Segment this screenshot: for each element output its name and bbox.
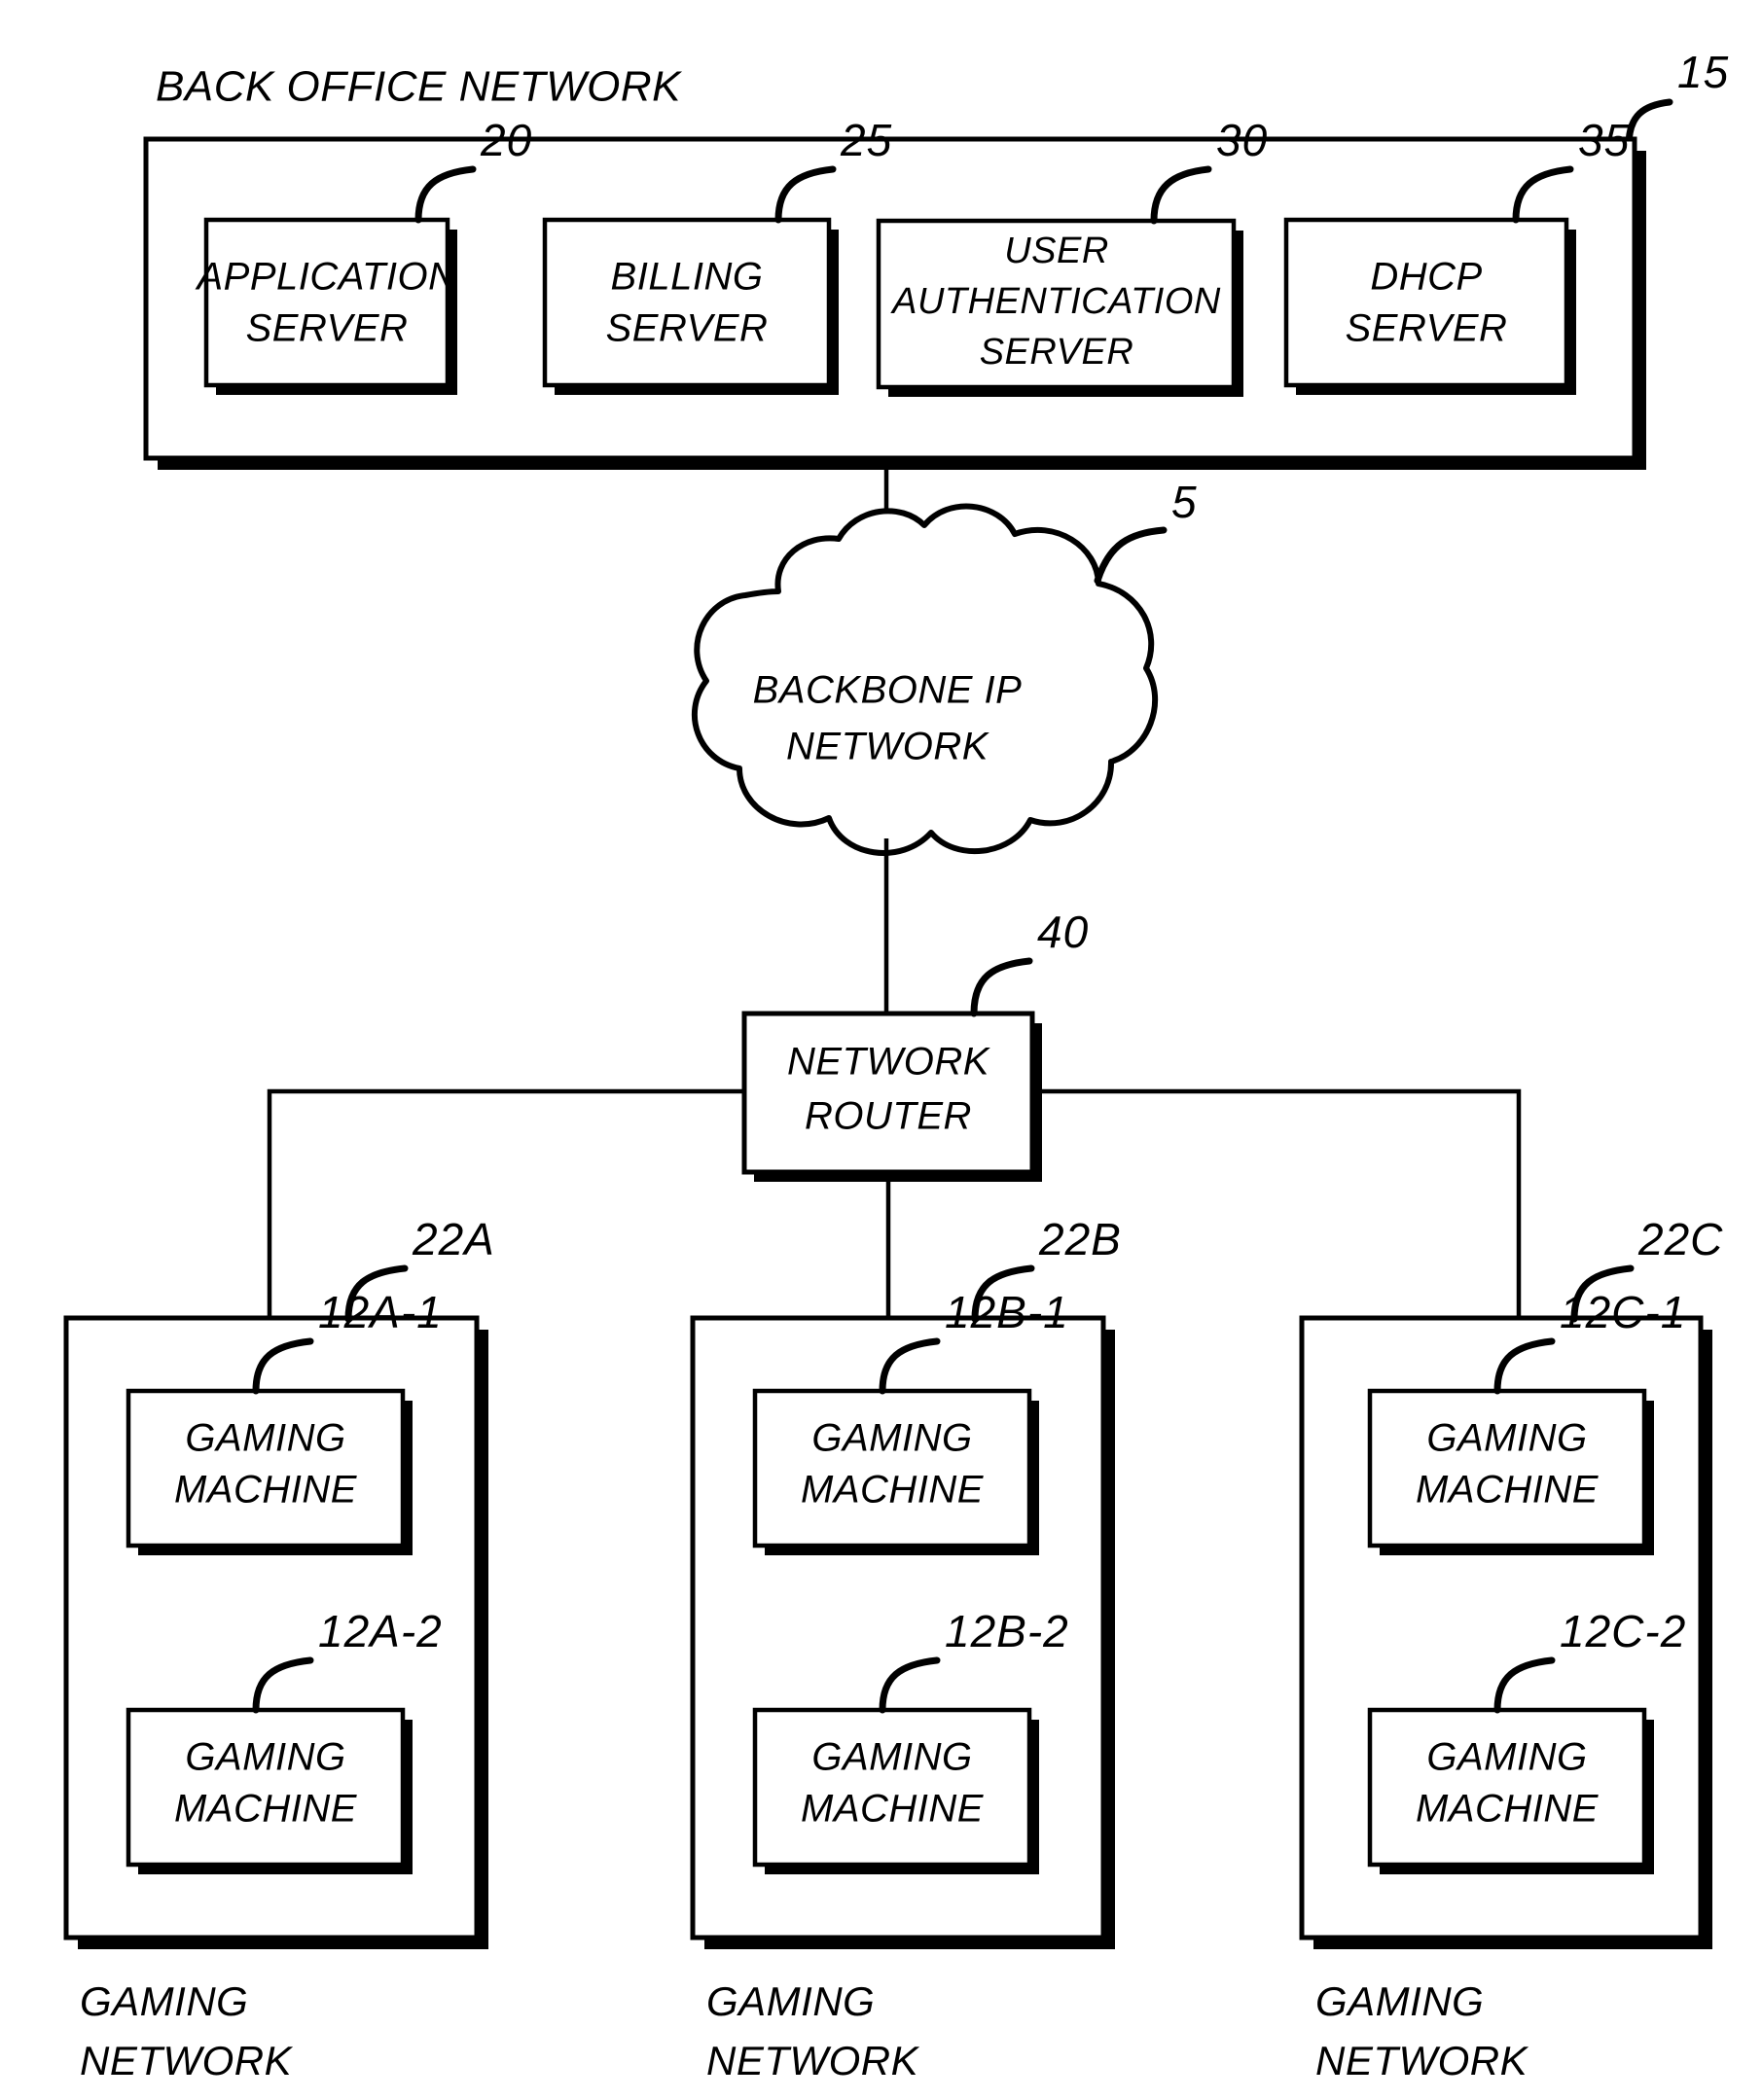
gaming-machine-12A-1-label-line1: GAMING [185,1417,345,1460]
backbone-ip-network-cloud[interactable]: BACKBONE IP NETWORK [691,503,1158,856]
ref-number-12C-1: 12C-1 [1560,1287,1686,1337]
backbone-label-line1: BACKBONE IP [753,669,1023,712]
gaming-machine-12C-2[interactable]: GAMING MACHINE [1367,1707,1654,1874]
backbone-label-line2: NETWORK [786,726,990,768]
gaming-network-a-caption-line1: GAMING [80,1978,248,2024]
network-router-label-line1: NETWORK [787,1041,991,1084]
gaming-machine-12A-2-label-line1: GAMING [185,1736,345,1779]
application-server-node[interactable]: APPLICATION SERVER [195,217,457,395]
leader-line-5 [1094,526,1168,585]
billing-server-label-line2: SERVER [606,307,769,350]
ref-number-12B-1: 12B-1 [945,1287,1069,1337]
application-server-label-line2: SERVER [246,307,409,350]
gaming-machine-12C-1-label-line2: MACHINE [1416,1469,1600,1512]
user-authentication-server-label-line2: AUTHENTICATION [890,281,1221,322]
network-router-node[interactable]: NETWORK ROUTER [741,1011,1042,1182]
gaming-machine-12C-2-label-line1: GAMING [1426,1736,1587,1779]
gaming-network-a-caption-line2: NETWORK [80,2038,294,2083]
billing-server-label-line1: BILLING [611,256,764,299]
gaming-machine-12B-1-label-line2: MACHINE [801,1469,985,1512]
billing-server-node[interactable]: BILLING SERVER [542,217,839,395]
ref-number-12B-2: 12B-2 [945,1606,1069,1656]
user-authentication-server-label-line3: SERVER [980,332,1134,373]
dhcp-server-node[interactable]: DHCP SERVER [1283,217,1576,395]
gaming-machine-12A-1[interactable]: GAMING MACHINE [126,1388,413,1555]
gaming-machine-12A-2-label-line2: MACHINE [174,1788,358,1831]
network-diagram: BACK OFFICE NETWORK 15 APPLICATION SERVE… [63,47,1729,2083]
leader-line-40 [970,957,1033,1017]
network-router-label-line2: ROUTER [805,1095,972,1138]
back-office-network-caption: BACK OFFICE NETWORK [156,63,682,111]
gaming-machine-12B-2-label-line1: GAMING [811,1736,972,1779]
gaming-machine-12B-1[interactable]: GAMING MACHINE [752,1388,1039,1555]
gaming-machine-12C-2-label-line2: MACHINE [1416,1788,1600,1831]
diagram-canvas: BACK OFFICE NETWORK 15 APPLICATION SERVE… [0,0,1762,2100]
ref-number-12A-2: 12A-2 [318,1606,443,1656]
ref-number-5: 5 [1171,477,1198,527]
gaming-network-b-caption-line2: NETWORK [706,2038,920,2083]
ref-number-15: 15 [1677,47,1729,97]
gaming-machine-12B-2[interactable]: GAMING MACHINE [752,1707,1039,1874]
ref-number-25: 25 [840,115,892,165]
gaming-machine-12B-1-label-line1: GAMING [811,1417,972,1460]
ref-number-20: 20 [480,115,532,165]
gaming-machine-12A-1-label-line2: MACHINE [174,1469,358,1512]
gaming-network-c-caption-line1: GAMING [1315,1978,1484,2024]
dhcp-server-label-line2: SERVER [1346,307,1508,350]
ref-number-30: 30 [1216,115,1268,165]
user-authentication-server-label-line1: USER [1004,231,1109,271]
application-server-label-line1: APPLICATION [195,256,456,299]
gaming-network-c-caption-line2: NETWORK [1315,2038,1529,2083]
gaming-machine-12C-1-label-line1: GAMING [1426,1417,1587,1460]
ref-number-40: 40 [1037,907,1089,957]
dhcp-server-label-line1: DHCP [1370,256,1482,299]
ref-number-22B: 22B [1038,1214,1122,1264]
user-authentication-server-node[interactable]: USER AUTHENTICATION SERVER [876,218,1243,397]
gaming-machine-12A-2[interactable]: GAMING MACHINE [126,1707,413,1874]
ref-number-12C-2: 12C-2 [1560,1606,1686,1656]
ref-number-22A: 22A [412,1214,495,1264]
gaming-machine-12C-1[interactable]: GAMING MACHINE [1367,1388,1654,1555]
gaming-machine-12B-2-label-line2: MACHINE [801,1788,985,1831]
ref-number-35: 35 [1578,115,1630,165]
ref-number-22C: 22C [1637,1214,1723,1264]
ref-number-12A-1: 12A-1 [318,1287,443,1337]
gaming-network-b-caption-line1: GAMING [706,1978,875,2024]
